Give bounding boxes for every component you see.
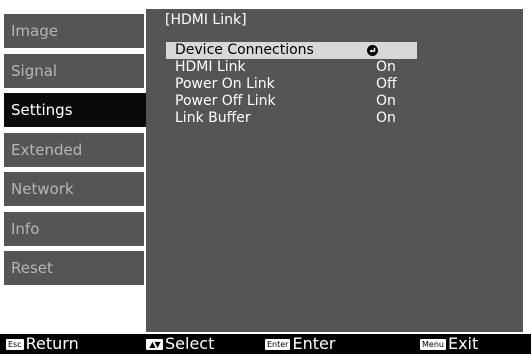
sidebar-item-label: Network (11, 180, 74, 198)
projector-menu-screen: Image Signal Settings Extended Network I… (0, 0, 531, 354)
sidebar-item-label: Settings (11, 101, 73, 119)
enter-hint: Enter Enter (265, 334, 335, 354)
menu-key-icon: Menu (420, 339, 446, 350)
return-hint: Esc Return (6, 334, 79, 354)
exit-label: Exit (447, 334, 479, 353)
sidebar-item-label: Extended (11, 141, 83, 159)
enter-label: Enter (292, 334, 336, 353)
esc-key-icon: Esc (6, 339, 24, 350)
menu-row-value: On (376, 93, 396, 109)
sidebar-item-image[interactable]: Image (4, 14, 144, 48)
hdmi-link-menu: Device Connections HDMI Link On Power On… (166, 42, 417, 127)
select-hint: ▲▼ Select (146, 334, 214, 354)
exit-hint: Menu Exit (420, 334, 478, 354)
panel-title: [HDMI Link] (165, 12, 247, 28)
select-label: Select (165, 334, 215, 353)
menu-row-label: Power On Link (175, 76, 275, 92)
sidebar-item-settings[interactable]: Settings (4, 93, 154, 127)
key-guide-bar: Esc Return ▲▼ Select Enter Enter Menu Exit (0, 334, 531, 354)
sidebar-item-network[interactable]: Network (4, 172, 144, 206)
menu-row-power-on-link[interactable]: Power On Link Off (166, 76, 417, 93)
up-down-arrow-key-icon: ▲▼ (146, 339, 163, 350)
menu-row-value: On (376, 110, 396, 126)
sidebar-item-label: Info (11, 220, 40, 238)
menu-row-label: HDMI Link (175, 59, 246, 75)
sidebar-item-extended[interactable]: Extended (4, 133, 144, 167)
sidebar-item-label: Image (11, 22, 58, 40)
menu-row-value: On (376, 59, 396, 75)
menu-row-value: Off (376, 76, 397, 92)
sidebar-item-label: Reset (11, 259, 53, 277)
menu-row-label: Power Off Link (175, 93, 276, 109)
menu-row-label: Link Buffer (175, 110, 251, 126)
menu-row-device-connections[interactable]: Device Connections (166, 42, 417, 59)
menu-row-link-buffer[interactable]: Link Buffer On (166, 110, 417, 127)
menu-row-power-off-link[interactable]: Power Off Link On (166, 93, 417, 110)
return-label: Return (25, 334, 79, 353)
sidebar-item-label: Signal (11, 62, 58, 80)
enter-key-icon: Enter (265, 339, 291, 350)
sidebar-item-signal[interactable]: Signal (4, 54, 144, 88)
enter-icon (367, 45, 378, 56)
sidebar-item-info[interactable]: Info (4, 212, 144, 246)
menu-row-label: Device Connections (175, 42, 314, 58)
settings-panel: [HDMI Link] Device Connections HDMI Link… (146, 9, 523, 332)
sidebar-item-reset[interactable]: Reset (4, 251, 144, 285)
menu-row-hdmi-link[interactable]: HDMI Link On (166, 59, 417, 76)
